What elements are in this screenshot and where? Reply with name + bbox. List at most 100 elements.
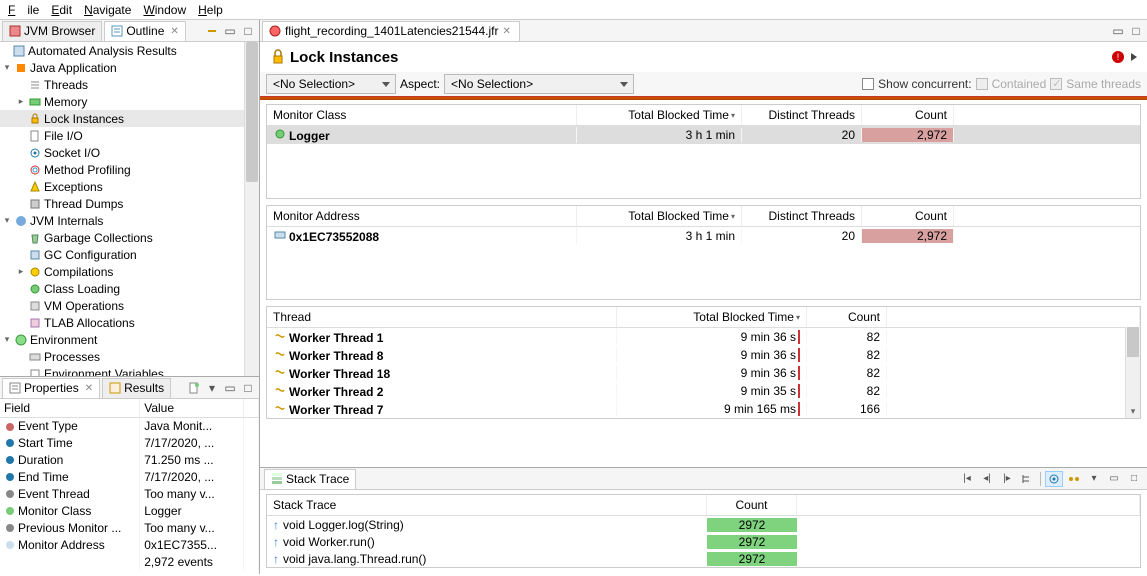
col-count[interactable]: Count: [807, 307, 887, 327]
chevron-down-icon[interactable]: ▾: [0, 334, 14, 345]
outline-tree[interactable]: Automated Analysis Results ▾ Java Applica…: [0, 42, 259, 376]
col-distinct-threads[interactable]: Distinct Threads: [742, 206, 862, 226]
table-row[interactable]: ↑void java.lang.Thread.run()2972: [267, 550, 1140, 567]
col-field[interactable]: Field: [0, 399, 140, 417]
tree-item-lock-instances[interactable]: Lock Instances: [0, 110, 259, 127]
col-total-blocked-time[interactable]: Total Blocked Time: [628, 209, 729, 223]
table-row[interactable]: Worker Thread 19 min 36 s82: [267, 328, 1140, 346]
table-row[interactable]: Duration71.250 ms ...: [0, 451, 259, 468]
group-icon[interactable]: [1045, 471, 1063, 487]
tree-item-environment[interactable]: Environment: [30, 333, 97, 347]
tree-item-gc-conf[interactable]: GC Configuration: [44, 248, 137, 262]
col-value[interactable]: Value: [140, 399, 244, 417]
tree-item-file-io[interactable]: File I/O: [44, 129, 83, 143]
table-row[interactable]: Monitor ClassLogger: [0, 502, 259, 519]
tree-item-jvm-internals[interactable]: JVM Internals: [30, 214, 103, 228]
tree-item-env-vars[interactable]: Environment Variables: [44, 367, 164, 377]
close-icon[interactable]: ✕: [85, 383, 93, 394]
table-row[interactable]: Worker Thread 89 min 36 s82: [267, 346, 1140, 364]
maximize-icon[interactable]: □: [1129, 24, 1143, 38]
monitor-class-table[interactable]: Monitor Class Total Blocked Time▾ Distin…: [266, 104, 1141, 199]
dropdown-icon[interactable]: [1131, 53, 1137, 61]
chevron-down-icon[interactable]: ▾: [0, 62, 14, 73]
table-row[interactable]: Worker Thread 189 min 36 s82: [267, 364, 1140, 382]
minimize-icon[interactable]: ▭: [223, 381, 237, 395]
menu-window[interactable]: Window: [137, 1, 192, 19]
tree-item-method-profiling[interactable]: Method Profiling: [44, 163, 131, 177]
tab-properties[interactable]: Properties ✕: [2, 378, 100, 398]
monitor-address-table[interactable]: Monitor Address Total Blocked Time▾ Dist…: [266, 205, 1141, 300]
stack-trace-table[interactable]: Stack Trace Count ↑void Logger.log(Strin…: [266, 494, 1141, 568]
col-total-blocked-time[interactable]: Total Blocked Time: [693, 310, 794, 324]
minimize-icon[interactable]: ▭: [1105, 471, 1123, 487]
tree-item-thread-dumps[interactable]: Thread Dumps: [44, 197, 123, 211]
minimize-icon[interactable]: ▭: [1111, 24, 1125, 38]
menu-navigate[interactable]: Navigate: [78, 1, 137, 19]
table-row[interactable]: ↑void Logger.log(String)2972: [267, 516, 1140, 533]
col-count[interactable]: Count: [707, 495, 797, 515]
maximize-icon[interactable]: □: [241, 24, 255, 38]
nav-next-icon[interactable]: |▸: [998, 471, 1016, 487]
table-row[interactable]: End Time7/17/2020, ...: [0, 468, 259, 485]
table-row[interactable]: Previous Monitor ...Too many v...: [0, 519, 259, 536]
col-count[interactable]: Count: [862, 105, 954, 125]
chevron-right-icon[interactable]: ▸: [14, 266, 28, 277]
chevron-down-icon[interactable]: ▾: [0, 215, 14, 226]
tab-stack-trace[interactable]: Stack Trace: [264, 469, 356, 489]
close-icon[interactable]: ✕: [503, 26, 511, 37]
menu-help[interactable]: Help: [192, 1, 229, 19]
new-icon[interactable]: [187, 381, 201, 395]
table-row[interactable]: Logger 3 h 1 min 20 2,972: [267, 126, 1140, 144]
table-row[interactable]: ↑void Worker.run()2972: [267, 533, 1140, 550]
tab-outline[interactable]: Outline ✕: [104, 21, 185, 41]
tree-item-processes[interactable]: Processes: [44, 350, 100, 364]
col-thread[interactable]: Thread: [267, 307, 617, 327]
menu-file[interactable]: File: [2, 1, 45, 19]
show-concurrent-checkbox[interactable]: [862, 78, 874, 90]
maximize-icon[interactable]: □: [241, 381, 255, 395]
table-row[interactable]: Worker Thread 79 min 165 ms166: [267, 400, 1140, 418]
tree-icon[interactable]: [1018, 471, 1036, 487]
close-icon[interactable]: ✕: [170, 26, 178, 37]
col-stack-trace[interactable]: Stack Trace: [267, 495, 707, 515]
tree-item-automated[interactable]: Automated Analysis Results: [28, 44, 177, 58]
table-row[interactable]: 0x1EC73552088 3 h 1 min 20 2,972: [267, 227, 1140, 245]
tree-item-class-loading[interactable]: Class Loading: [44, 282, 120, 296]
table-row[interactable]: Event TypeJava Monit...: [0, 417, 259, 434]
menu-dropdown-icon[interactable]: ▾: [205, 381, 219, 395]
tree-item-tlab[interactable]: TLAB Allocations: [44, 316, 135, 330]
settings-icon[interactable]: [1065, 471, 1083, 487]
nav-prev-icon[interactable]: ◂|: [978, 471, 996, 487]
col-distinct-threads[interactable]: Distinct Threads: [742, 105, 862, 125]
col-count[interactable]: Count: [862, 206, 954, 226]
maximize-icon[interactable]: □: [1125, 471, 1143, 487]
tree-item-threads[interactable]: Threads: [44, 78, 88, 92]
error-icon[interactable]: !: [1111, 50, 1125, 64]
tree-item-vm-ops[interactable]: VM Operations: [44, 299, 124, 313]
selection-combo[interactable]: <No Selection>: [266, 74, 396, 94]
table-row[interactable]: Worker Thread 29 min 35 s82: [267, 382, 1140, 400]
tree-item-compilations[interactable]: Compilations: [44, 265, 113, 279]
chevron-down-icon[interactable]: ▾: [1126, 404, 1140, 418]
tree-item-java-app[interactable]: Java Application: [30, 61, 117, 75]
tree-item-socket-io[interactable]: Socket I/O: [44, 146, 100, 160]
table-row[interactable]: Start Time7/17/2020, ...: [0, 434, 259, 451]
thread-table[interactable]: Thread Total Blocked Time ▾ Count Worker …: [266, 306, 1141, 419]
table-row[interactable]: Event ThreadToo many v...: [0, 485, 259, 502]
tree-item-exceptions[interactable]: Exceptions: [44, 180, 103, 194]
menu-dropdown-icon[interactable]: ▾: [1085, 471, 1103, 487]
col-total-blocked-time[interactable]: Total Blocked Time: [628, 108, 729, 122]
editor-tab-jfr[interactable]: flight_recording_1401Latencies21544.jfr …: [262, 21, 520, 41]
tree-item-memory[interactable]: Memory: [44, 95, 87, 109]
nav-first-icon[interactable]: |◂: [958, 471, 976, 487]
col-monitor-address[interactable]: Monitor Address: [267, 206, 577, 226]
menu-edit[interactable]: Edit: [45, 1, 78, 19]
tab-jvm-browser[interactable]: JVM Browser: [2, 21, 102, 41]
aspect-combo[interactable]: <No Selection>: [444, 74, 634, 94]
table-row[interactable]: Monitor Address0x1EC7355...: [0, 536, 259, 553]
col-monitor-class[interactable]: Monitor Class: [267, 105, 577, 125]
scrollbar[interactable]: [244, 42, 259, 376]
link-icon[interactable]: [205, 24, 219, 38]
tab-results[interactable]: Results: [102, 378, 171, 398]
tree-item-gc[interactable]: Garbage Collections: [44, 231, 153, 245]
